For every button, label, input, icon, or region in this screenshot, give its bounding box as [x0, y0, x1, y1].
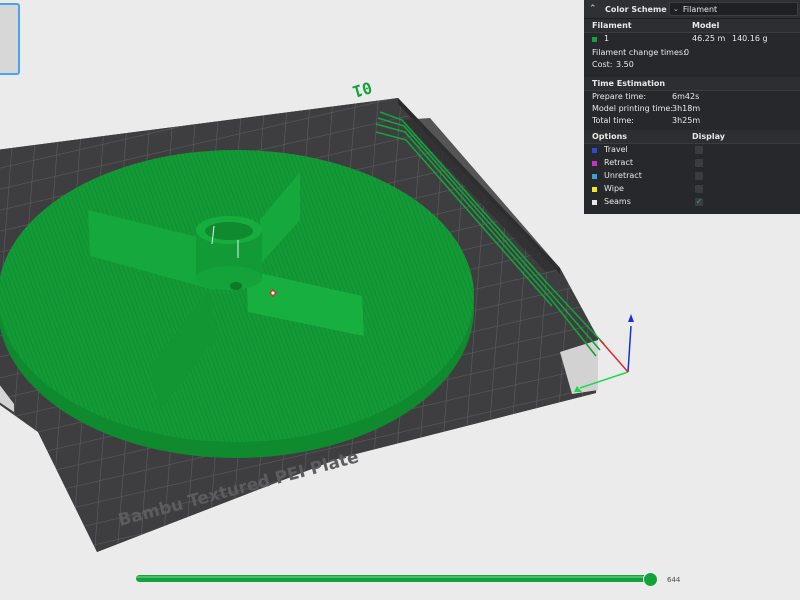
option-retract-label: Retract [604, 158, 633, 167]
cost-value: 3.50 [616, 60, 634, 69]
time-estimation-header: Time Estimation [592, 79, 666, 88]
layer-slider-handle[interactable] [643, 572, 658, 587]
layer-number: 644 [667, 576, 681, 584]
plate-thumbnail[interactable] [0, 3, 20, 75]
printing-time-label: Model printing time: [592, 104, 674, 113]
layer-slider-track[interactable] [136, 575, 652, 582]
option-wipe-label: Wipe [604, 184, 624, 193]
prepare-time-label: Prepare time: [592, 92, 647, 101]
wipe-swatch [592, 187, 597, 192]
collapse-icon[interactable]: ⌃ [589, 4, 601, 14]
seams-checkbox[interactable]: ✓ [695, 198, 703, 206]
option-travel-label: Travel [604, 145, 628, 154]
color-scheme-value: Filament [682, 4, 718, 14]
filament-header: Filament [592, 21, 632, 30]
display-header: Display [692, 132, 725, 141]
filament-swatch [592, 37, 597, 42]
retract-checkbox[interactable] [695, 159, 703, 167]
checkmark-icon: ✓ [695, 197, 703, 206]
prepare-time-value: 6m42s [672, 92, 700, 101]
layer-slider-fill [136, 576, 652, 578]
chevron-down-icon: ⌄ [673, 5, 679, 13]
travel-swatch [592, 148, 597, 153]
unretract-swatch [592, 174, 597, 179]
option-unretract-label: Unretract [604, 171, 642, 180]
retract-swatch [592, 161, 597, 166]
option-seams-label: Seams [604, 197, 631, 206]
change-times-value: 0 [684, 48, 690, 57]
printing-time-value: 3h18m [672, 104, 701, 113]
filament-id: 1 [604, 34, 610, 43]
travel-checkbox[interactable] [695, 146, 703, 154]
legend-panel: ⌃ Color Scheme ⌄ Filament Filament Model… [584, 0, 800, 214]
color-scheme-select[interactable]: ⌄ Filament [669, 2, 798, 16]
unretract-checkbox[interactable] [695, 172, 703, 180]
filament-length: 46.25 m [692, 34, 726, 43]
seams-swatch [592, 200, 597, 205]
filament-weight: 140.16 g [732, 34, 768, 43]
color-scheme-label: Color Scheme [605, 4, 667, 14]
total-time-label: Total time: [592, 116, 634, 125]
total-time-value: 3h25m [672, 116, 701, 125]
cost-label: Cost: [592, 60, 613, 69]
wipe-checkbox[interactable] [695, 185, 703, 193]
printed-model [0, 150, 474, 458]
options-header: Options [592, 132, 628, 141]
change-times-label: Filament change times: [592, 48, 686, 57]
plate-number: 01 [350, 78, 374, 102]
model-header: Model [692, 21, 720, 30]
